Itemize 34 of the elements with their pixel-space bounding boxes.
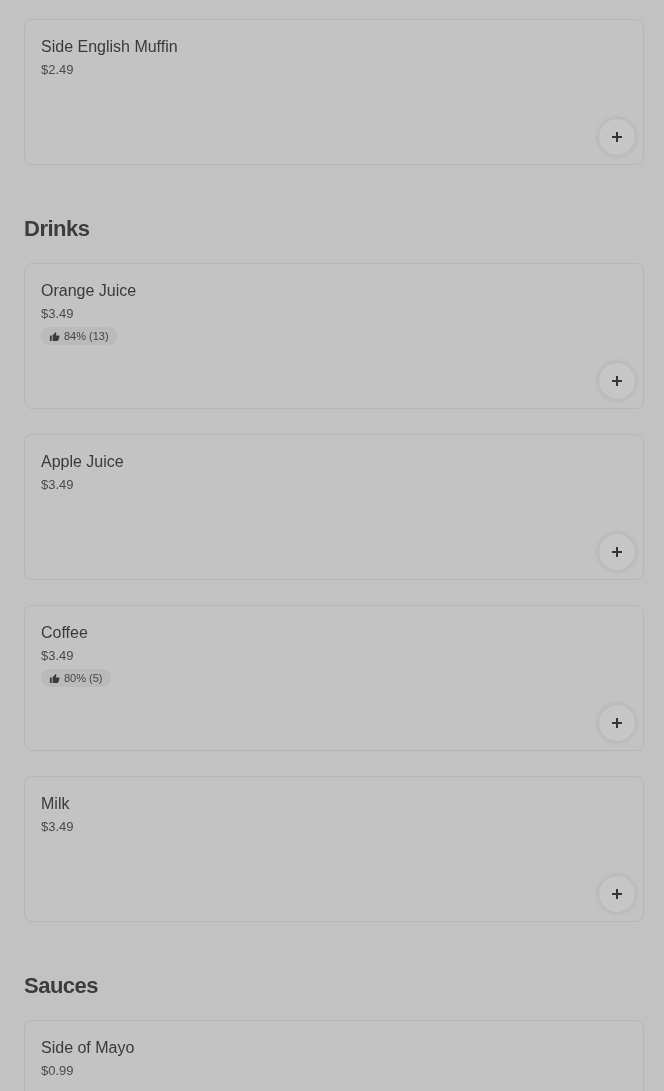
plus-icon (611, 717, 623, 729)
plus-icon (611, 546, 623, 558)
menu-item-card[interactable]: Orange Juice $3.49 84% (13) (24, 263, 644, 409)
item-name: Side of Mayo (41, 1038, 135, 1058)
add-button[interactable] (599, 534, 635, 570)
item-price: $3.49 (41, 306, 74, 321)
section-heading: Drinks (24, 215, 91, 243)
plus-icon (611, 375, 623, 387)
item-name: Apple Juice (41, 452, 124, 472)
item-price: $3.49 (41, 819, 74, 834)
thumbs-up-icon (49, 672, 60, 684)
rating-text: 84% (13) (64, 330, 109, 342)
menu-item-card[interactable]: Apple Juice $3.49 (24, 434, 644, 580)
item-price: $2.49 (41, 62, 74, 77)
plus-icon (611, 131, 623, 143)
menu-item-card[interactable]: Milk $3.49 (24, 776, 644, 922)
add-button[interactable] (599, 363, 635, 399)
rating-text: 80% (5) (64, 672, 103, 684)
add-button[interactable] (599, 705, 635, 741)
menu-item-card[interactable]: Side of Mayo $0.99 (24, 1020, 644, 1091)
item-price: $3.49 (41, 477, 74, 492)
item-name: Coffee (41, 623, 88, 643)
add-button[interactable] (599, 876, 635, 912)
thumbs-up-icon (49, 330, 60, 342)
menu-item-card[interactable]: Side English Muffin $2.49 (24, 19, 644, 165)
menu-item-card[interactable]: Coffee $3.49 80% (5) (24, 605, 644, 751)
item-name: Orange Juice (41, 281, 137, 301)
add-button[interactable] (599, 119, 635, 155)
item-price: $0.99 (41, 1063, 74, 1078)
item-name: Milk (41, 794, 70, 814)
plus-icon (611, 888, 623, 900)
section-heading: Sauces (24, 972, 100, 1000)
item-price: $3.49 (41, 648, 74, 663)
item-name: Side English Muffin (41, 37, 178, 57)
